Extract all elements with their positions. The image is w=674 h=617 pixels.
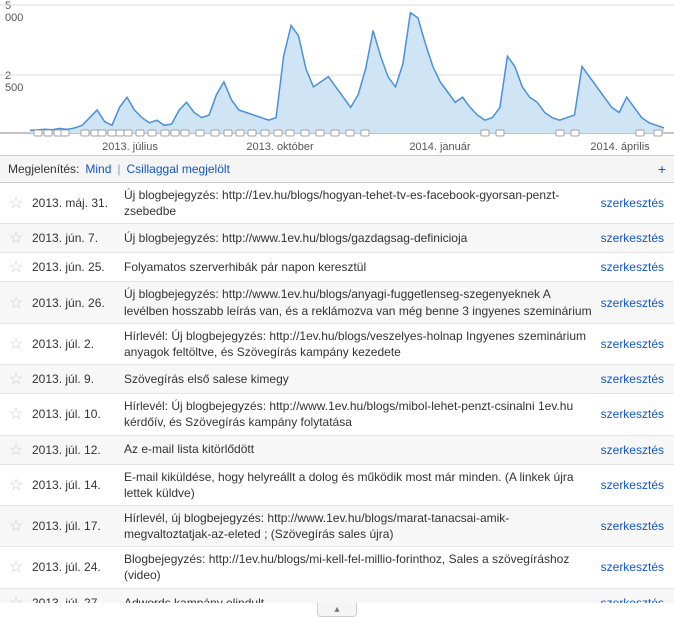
- filter-divider: |: [117, 162, 120, 176]
- table-row: ☆ 2013. júl. 24.Blogbejegyzés: http://1ev…: [0, 547, 674, 588]
- annotation-date: 2013. júl. 27.: [32, 596, 118, 603]
- edit-link[interactable]: szerkesztés: [601, 478, 664, 492]
- annotation-text: Adwords kampány elindult: [118, 595, 598, 603]
- table-row: ☆ 2013. júl. 14.E-mail kiküldése, hogy he…: [0, 465, 674, 506]
- star-icon[interactable]: ☆: [9, 193, 23, 213]
- table-row: ☆ 2013. jún. 25.Folyamatos szerverhibák p…: [0, 253, 674, 282]
- annotation-date: 2013. jún. 7.: [32, 231, 118, 245]
- star-icon[interactable]: ☆: [9, 404, 23, 424]
- x-tick-jan2014: 2014. január: [409, 141, 470, 153]
- edit-link[interactable]: szerkesztés: [601, 196, 664, 210]
- annotation-date: 2013. máj. 31.: [32, 196, 118, 210]
- edit-link[interactable]: szerkesztés: [601, 260, 664, 274]
- table-row: ☆ 2013. júl. 9.Szövegírás első salese kim…: [0, 365, 674, 394]
- annotation-date: 2013. júl. 14.: [32, 478, 118, 492]
- x-tick-apr2014: 2014. április: [590, 141, 650, 153]
- annotation-date: 2013. júl. 10.: [32, 407, 118, 421]
- star-icon[interactable]: ☆: [9, 475, 23, 495]
- star-icon[interactable]: ☆: [9, 228, 23, 248]
- annotation-text: Szövegírás első salese kimegy: [118, 371, 598, 387]
- annotation-date: 2013. jún. 26.: [32, 296, 118, 310]
- table-row: ☆ 2013. máj. 31.Új blogbejegyzés: http://…: [0, 183, 674, 224]
- filter-bar: Megjelenítés: Mind | Csillaggal megjelöl…: [0, 155, 674, 183]
- table-row: ☆ 2013. jún. 26.Új blogbejegyzés: http://…: [0, 282, 674, 323]
- edit-link[interactable]: szerkesztés: [601, 407, 664, 421]
- x-tick-jul2013: 2013. július: [102, 141, 158, 153]
- add-annotation-button[interactable]: +: [658, 161, 666, 177]
- star-icon[interactable]: ☆: [9, 334, 23, 354]
- filter-starred-link[interactable]: Csillaggal megjelölt: [127, 162, 230, 176]
- annotation-text: Az e-mail lista kitörlődött: [118, 441, 598, 457]
- annotation-text: Folyamatos szerverhibák pár napon keresz…: [118, 259, 598, 275]
- timeline-chart: 5 000 2 500 2013. július 2013. október 2…: [0, 0, 674, 155]
- filter-all-link[interactable]: Mind: [85, 162, 111, 176]
- annotation-text: Hírlevél, új blogbejegyzés: http://www.1…: [118, 510, 598, 542]
- annotation-date: 2013. júl. 12.: [32, 443, 118, 457]
- annotation-table: ☆2013. máj. 31.Új blogbejegyzés: http://…: [0, 183, 674, 603]
- chart-svg: 2013. július 2013. október 2014. január …: [0, 0, 674, 155]
- star-icon[interactable]: ☆: [9, 557, 23, 577]
- star-icon[interactable]: ☆: [9, 257, 23, 277]
- edit-link[interactable]: szerkesztés: [601, 596, 664, 603]
- annotation-date: 2013. júl. 17.: [32, 519, 118, 533]
- star-icon[interactable]: ☆: [9, 593, 23, 603]
- x-tick-oct2013: 2013. október: [246, 141, 314, 153]
- annotation-date: 2013. júl. 24.: [32, 560, 118, 574]
- edit-link[interactable]: szerkesztés: [601, 337, 664, 351]
- table-row: ☆ 2013. júl. 17.Hírlevél, új blogbejegyzé…: [0, 506, 674, 547]
- table-row: ☆ 2013. jún. 7.Új blogbejegyzés: http://w…: [0, 224, 674, 253]
- annotation-date: 2013. júl. 9.: [32, 372, 118, 386]
- collapse-handle[interactable]: ▴: [317, 603, 357, 617]
- annotation-text: Új blogbejegyzés: http://1ev.hu/blogs/ho…: [118, 187, 598, 219]
- annotation-date: 2013. júl. 2.: [32, 337, 118, 351]
- edit-link[interactable]: szerkesztés: [601, 231, 664, 245]
- star-icon[interactable]: ☆: [9, 369, 23, 389]
- annotation-text: Hírlevél: Új blogbejegyzés: http://1ev.h…: [118, 328, 598, 360]
- annotation-text: Új blogbejegyzés: http://www.1ev.hu/blog…: [118, 286, 598, 318]
- table-row: ☆ 2013. júl. 2.Hírlevél: Új blogbejegyzés…: [0, 324, 674, 365]
- annotation-text: Hírlevél: Új blogbejegyzés: http://www.1…: [118, 398, 598, 430]
- edit-link[interactable]: szerkesztés: [601, 519, 664, 533]
- edit-link[interactable]: szerkesztés: [601, 560, 664, 574]
- table-row: ☆ 2013. júl. 10.Hírlevél: Új blogbejegyzé…: [0, 394, 674, 435]
- star-icon[interactable]: ☆: [9, 516, 23, 536]
- edit-link[interactable]: szerkesztés: [601, 443, 664, 457]
- star-icon[interactable]: ☆: [9, 440, 23, 460]
- filter-label: Megjelenítés:: [8, 162, 79, 176]
- edit-link[interactable]: szerkesztés: [601, 296, 664, 310]
- edit-link[interactable]: szerkesztés: [601, 372, 664, 386]
- annotation-text: Blogbejegyzés: http://1ev.hu/blogs/mi-ke…: [118, 551, 598, 583]
- annotation-text: Új blogbejegyzés: http://www.1ev.hu/blog…: [118, 230, 598, 246]
- star-icon[interactable]: ☆: [9, 293, 23, 313]
- annotation-date: 2013. jún. 25.: [32, 260, 118, 274]
- table-row: ☆ 2013. júl. 12.Az e-mail lista kitörlődö…: [0, 436, 674, 465]
- annotation-text: E-mail kiküldése, hogy helyreállt a dolo…: [118, 469, 598, 501]
